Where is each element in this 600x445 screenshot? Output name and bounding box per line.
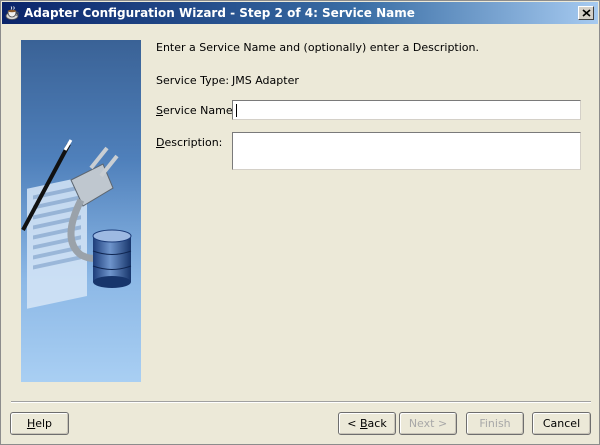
service-name-label: Service Name:	[156, 104, 236, 117]
back-prefix: <	[347, 417, 360, 430]
help-button[interactable]: Help	[10, 412, 69, 435]
coffee-cup-icon	[5, 6, 19, 20]
plug-database-illustration	[21, 40, 141, 382]
service-name-mnemonic: S	[156, 104, 163, 117]
wizard-window: Adapter Configuration Wizard - Step 2 of…	[0, 0, 600, 445]
close-icon	[581, 9, 591, 17]
footer-divider	[11, 401, 591, 403]
next-button[interactable]: Next >	[399, 412, 457, 435]
back-button[interactable]: < Back	[338, 412, 396, 435]
finish-button[interactable]: Finish	[466, 412, 524, 435]
close-button[interactable]	[578, 6, 594, 20]
wizard-banner-illustration	[21, 40, 141, 382]
description-label: Description:	[156, 136, 222, 149]
cancel-button[interactable]: Cancel	[532, 412, 591, 435]
back-mnemonic: B	[360, 417, 368, 430]
intro-text: Enter a Service Name and (optionally) en…	[156, 41, 479, 54]
back-label: ack	[367, 417, 387, 430]
service-type-label: Service Type:	[156, 74, 230, 87]
title-bar[interactable]: Adapter Configuration Wizard - Step 2 of…	[2, 2, 598, 24]
help-mnemonic: H	[26, 417, 36, 430]
service-name-label-text: ervice Name:	[162, 104, 237, 117]
service-name-input[interactable]	[232, 100, 581, 120]
help-label: elp	[35, 417, 53, 430]
description-label-text: escription:	[164, 136, 223, 149]
description-textarea[interactable]	[232, 132, 581, 170]
window-title: Adapter Configuration Wizard - Step 2 of…	[24, 6, 415, 20]
service-type-value: JMS Adapter	[232, 74, 299, 87]
text-caret	[236, 104, 237, 117]
